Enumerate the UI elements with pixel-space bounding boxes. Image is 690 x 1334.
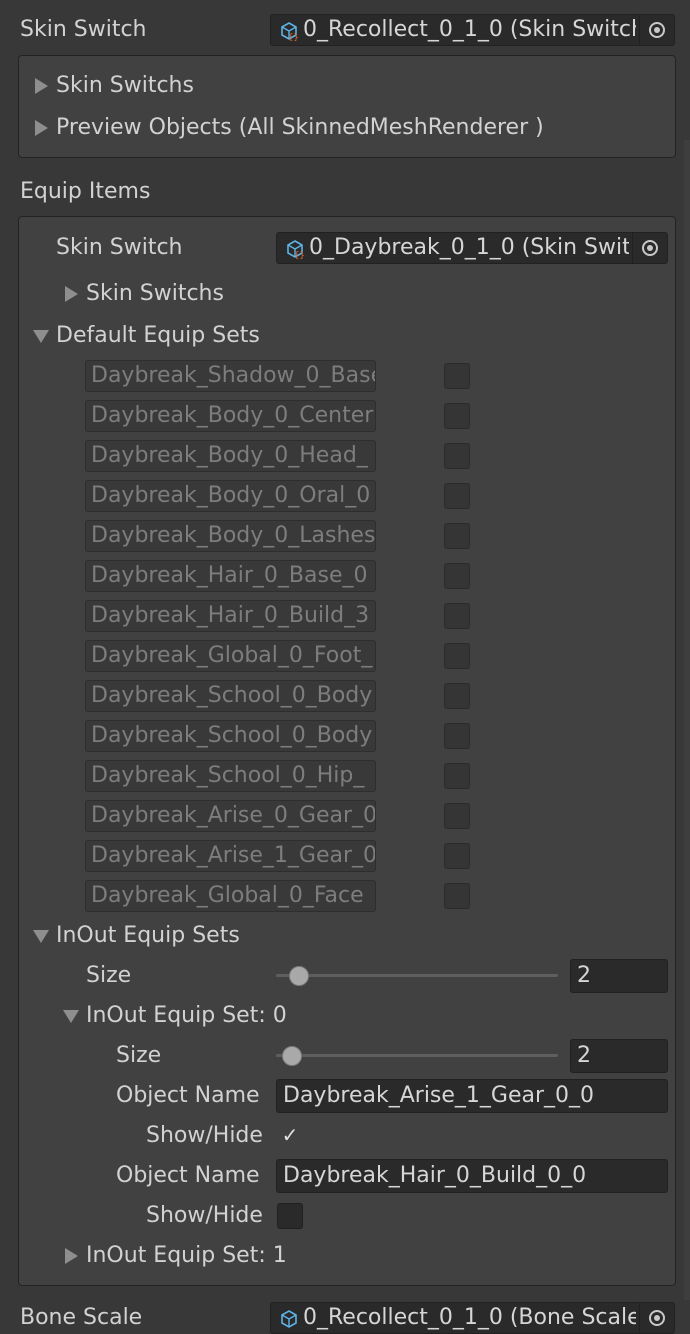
equip-skin-switch-label: Skin Switch xyxy=(56,235,183,260)
equip-items-header: Equip Items xyxy=(20,179,151,204)
default-equip-set-field: Daybreak_Body_0_Center xyxy=(85,400,376,432)
inout-size-field[interactable]: 2 xyxy=(570,959,668,993)
default-equip-set-checkbox xyxy=(444,803,470,829)
default-equip-set-checkbox xyxy=(444,403,470,429)
default-equip-set-field: Daybreak_Body_0_Head_ xyxy=(85,440,376,472)
object-picker-icon xyxy=(649,22,665,38)
bone-scale-object-field[interactable]: 0_Recollect_0_1_0 (Bone Scale) xyxy=(270,1302,675,1334)
object-name-label: Object Name xyxy=(116,1163,260,1188)
inout-size-slider-track[interactable] xyxy=(276,974,558,977)
skin-switch-object-text: 0_Recollect_0_1_0 (Skin Switch) xyxy=(303,17,636,42)
inout-equip-set-0-foldout[interactable]: InOut Equip Set: 0 xyxy=(86,1001,287,1031)
default-equip-set-field: Daybreak_School_0_Hip_ xyxy=(85,760,376,792)
bone-scale-object-text: 0_Recollect_0_1_0 (Bone Scale) xyxy=(303,1305,636,1330)
default-equip-sets-foldout[interactable]: Default Equip Sets xyxy=(56,321,260,351)
script-asset-icon: {} xyxy=(287,240,305,259)
collapse-arrow-icon[interactable] xyxy=(33,321,49,351)
default-equip-set-checkbox xyxy=(444,363,470,389)
expand-arrow-icon[interactable] xyxy=(33,71,49,101)
default-equip-set-checkbox xyxy=(444,523,470,549)
default-equip-set-checkbox xyxy=(444,643,470,669)
object-picker-button[interactable] xyxy=(639,1303,674,1333)
default-equip-set-checkbox xyxy=(444,483,470,509)
svg-text:{}: {} xyxy=(288,33,299,41)
set0-size-slider-thumb[interactable] xyxy=(282,1046,302,1066)
svg-text:{}: {} xyxy=(294,251,305,259)
default-equip-set-field: Daybreak_Global_0_Foot_ xyxy=(85,640,376,672)
object-name-field[interactable]: Daybreak_Arise_1_Gear_0_0 xyxy=(276,1079,668,1113)
set0-size-field[interactable]: 2 xyxy=(570,1039,668,1073)
set0-size-slider-track[interactable] xyxy=(276,1054,558,1057)
script-asset-icon xyxy=(281,1310,297,1328)
default-equip-set-checkbox xyxy=(444,443,470,469)
skin-switch-label: Skin Switch xyxy=(20,17,147,42)
default-equip-set-checkbox xyxy=(444,883,470,909)
object-name-field[interactable]: Daybreak_Hair_0_Build_0_0 xyxy=(276,1159,668,1193)
default-equip-set-field: Daybreak_Body_0_Lashes xyxy=(85,520,376,552)
default-equip-set-checkbox xyxy=(444,603,470,629)
scrollbar[interactable] xyxy=(684,140,690,1300)
show-hide-label: Show/Hide xyxy=(146,1123,263,1148)
default-equip-set-field: Daybreak_Arise_0_Gear_0 xyxy=(85,800,376,832)
default-equip-set-field: Daybreak_Shadow_0_Base xyxy=(85,360,376,392)
preview-objects-foldout[interactable]: Preview Objects (All SkinnedMeshRenderer… xyxy=(56,113,544,143)
default-equip-set-checkbox xyxy=(444,763,470,789)
equip-skin-switch-object-text: 0_Daybreak_0_1_0 (Skin Switch) xyxy=(309,235,629,260)
show-hide-label: Show/Hide xyxy=(146,1203,263,1228)
expand-arrow-icon[interactable] xyxy=(63,279,79,309)
equip-skin-switch-object-field[interactable]: {} 0_Daybreak_0_1_0 (Skin Switch) xyxy=(276,232,668,264)
object-picker-icon xyxy=(642,240,658,256)
show-hide-checkbox[interactable] xyxy=(277,1203,303,1229)
inout-equip-sets-foldout[interactable]: InOut Equip Sets xyxy=(56,921,240,951)
default-equip-set-field: Daybreak_Body_0_Oral_0 xyxy=(85,480,376,512)
default-equip-set-field: Daybreak_Arise_1_Gear_0 xyxy=(85,840,376,872)
object-name-label: Object Name xyxy=(116,1083,260,1108)
default-equip-set-field: Daybreak_Hair_0_Build_3 xyxy=(85,600,376,632)
expand-arrow-icon[interactable] xyxy=(63,1241,79,1271)
object-picker-button[interactable] xyxy=(632,233,667,263)
object-picker-button[interactable] xyxy=(639,15,674,45)
default-equip-set-field: Daybreak_Global_0_Face xyxy=(85,880,376,912)
bone-scale-label: Bone Scale xyxy=(20,1305,143,1330)
skin-switch-object-field[interactable]: {} 0_Recollect_0_1_0 (Skin Switch) xyxy=(270,14,675,46)
object-picker-icon xyxy=(649,1310,665,1326)
inout-size-label: Size xyxy=(86,963,132,988)
script-asset-icon: {} xyxy=(281,22,299,41)
skin-switchs-foldout[interactable]: Skin Switchs xyxy=(56,71,194,101)
inout-equip-set-1-foldout[interactable]: InOut Equip Set: 1 xyxy=(86,1241,287,1271)
expand-arrow-icon[interactable] xyxy=(33,113,49,143)
default-equip-set-checkbox xyxy=(444,843,470,869)
default-equip-set-field: Daybreak_School_0_Body xyxy=(85,680,376,712)
default-equip-set-checkbox xyxy=(444,723,470,749)
default-equip-set-field: Daybreak_School_0_Body xyxy=(85,720,376,752)
default-equip-set-checkbox xyxy=(444,563,470,589)
collapse-arrow-icon[interactable] xyxy=(33,921,49,951)
show-hide-checkbox[interactable]: ✓ xyxy=(277,1123,303,1149)
equip-skin-switchs-foldout[interactable]: Skin Switchs xyxy=(86,279,224,309)
default-equip-set-checkbox xyxy=(444,683,470,709)
default-equip-set-field: Daybreak_Hair_0_Base_0 xyxy=(85,560,376,592)
inout-size-slider-thumb[interactable] xyxy=(289,966,309,986)
set0-size-label: Size xyxy=(116,1043,162,1068)
collapse-arrow-icon[interactable] xyxy=(63,1001,79,1031)
